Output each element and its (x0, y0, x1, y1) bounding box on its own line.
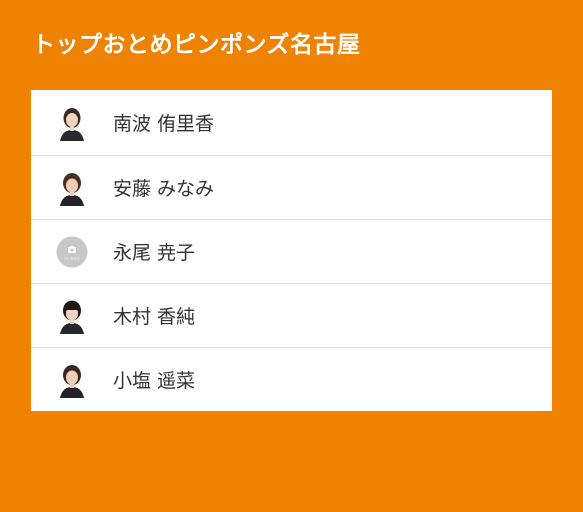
player-photo-namba (55, 104, 89, 141)
player-row-nagao[interactable]: NO IMAGE 永尾 尭子 (31, 219, 552, 283)
player-name: 永尾 尭子 (113, 242, 196, 264)
svg-text:NO IMAGE: NO IMAGE (64, 256, 79, 260)
player-name: 木村 香純 (113, 306, 196, 328)
player-name: 南波 侑里香 (113, 113, 215, 135)
player-name: 小塩 遥菜 (113, 370, 196, 392)
player-photo-oshio (55, 361, 89, 398)
player-row-kimura[interactable]: 木村 香純 (31, 283, 552, 347)
team-title: トップおとめピンポンズ名古屋 (32, 32, 361, 58)
no-image-icon: NO IMAGE (55, 233, 89, 270)
player-row-ando[interactable]: 安藤 みなみ (31, 155, 552, 219)
player-name: 安藤 みなみ (113, 178, 215, 200)
player-photo-kimura (55, 297, 89, 334)
player-photo-ando (55, 169, 89, 206)
player-row-oshio[interactable]: 小塩 遥菜 (31, 347, 552, 411)
player-roster-list: 南波 侑里香 安藤 みなみ NO IMAGE 永尾 尭子 木村 香純 小塩 遥菜 (31, 90, 552, 411)
player-row-namba[interactable]: 南波 侑里香 (31, 90, 552, 155)
